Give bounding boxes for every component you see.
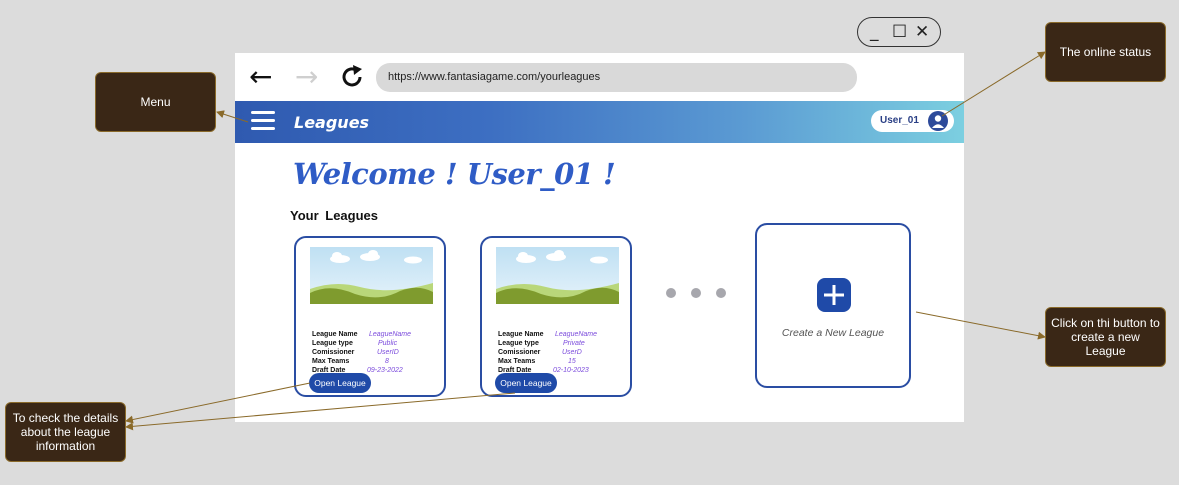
league-card: League Name LeagueName League type Priva… — [480, 236, 632, 397]
field-label: League type — [312, 340, 353, 347]
user-status-pill[interactable]: User_01 — [871, 110, 954, 132]
field-label: League Name — [312, 331, 358, 338]
welcome-heading: Welcome ! User_01 ! — [293, 157, 616, 191]
field-label: Comissioner — [498, 349, 541, 356]
field-value: LeagueName — [369, 331, 412, 338]
username: User_01 — [880, 115, 919, 126]
field-value: 09-23-2022 — [367, 367, 403, 374]
field-label: Max Teams — [312, 358, 350, 365]
landscape-image — [496, 247, 619, 304]
field-label: Max Teams — [498, 358, 536, 365]
field-value: Private — [563, 340, 585, 347]
open-league-button[interactable]: Open League — [309, 373, 371, 393]
field-value: 8 — [385, 358, 389, 365]
field-label: League Name — [498, 331, 544, 338]
field-value: LeagueName — [555, 331, 598, 338]
more-dot — [691, 288, 701, 298]
avatar-icon — [928, 111, 948, 131]
field-value: UserD — [562, 349, 582, 356]
address-bar[interactable]: https://www.fantasiagame.com/yourleagues — [376, 63, 857, 92]
field-label: League type — [498, 340, 539, 347]
page-title: Leagues — [294, 113, 370, 132]
plus-icon[interactable] — [817, 278, 851, 312]
field-value: UserID — [377, 349, 399, 356]
section-title: Your Leagues — [290, 208, 379, 223]
menu-icon[interactable] — [251, 111, 275, 131]
landscape-image — [310, 247, 433, 304]
more-dot — [716, 288, 726, 298]
window-controls: _ ☐ ✕ — [857, 17, 941, 47]
annotation-menu: Menu — [95, 72, 216, 132]
league-card: League Name LeagueName League type Publi… — [294, 236, 446, 397]
minimize-icon[interactable]: _ — [870, 22, 879, 42]
annotation-online-status: The online status — [1045, 22, 1166, 82]
forward-arrow-icon[interactable]: → — [295, 63, 318, 91]
title-bar: _ ☐ ✕ — [235, 12, 964, 53]
field-label: Comissioner — [312, 349, 355, 356]
reload-icon[interactable] — [341, 64, 365, 90]
more-dot — [666, 288, 676, 298]
annotation-league-details: To check the details about the league in… — [5, 402, 126, 462]
create-league-label: Create a New League — [781, 327, 885, 339]
close-icon[interactable]: ✕ — [915, 22, 929, 42]
field-value: Public — [378, 340, 398, 347]
back-arrow-icon[interactable]: ← — [249, 63, 272, 91]
field-value: 15 — [568, 358, 576, 365]
create-league-card[interactable]: Create a New League — [755, 223, 911, 388]
browser-window: _ ☐ ✕ ← → https://www.fantasiagame.com/y… — [235, 12, 964, 422]
field-value: 02-10-2023 — [553, 367, 589, 374]
maximize-icon[interactable]: ☐ — [892, 22, 907, 42]
app-header: Leagues User_01 — [235, 101, 964, 143]
open-league-button[interactable]: Open League — [495, 373, 557, 393]
annotation-create-league: Click on thi button to create a new Leag… — [1045, 307, 1166, 367]
